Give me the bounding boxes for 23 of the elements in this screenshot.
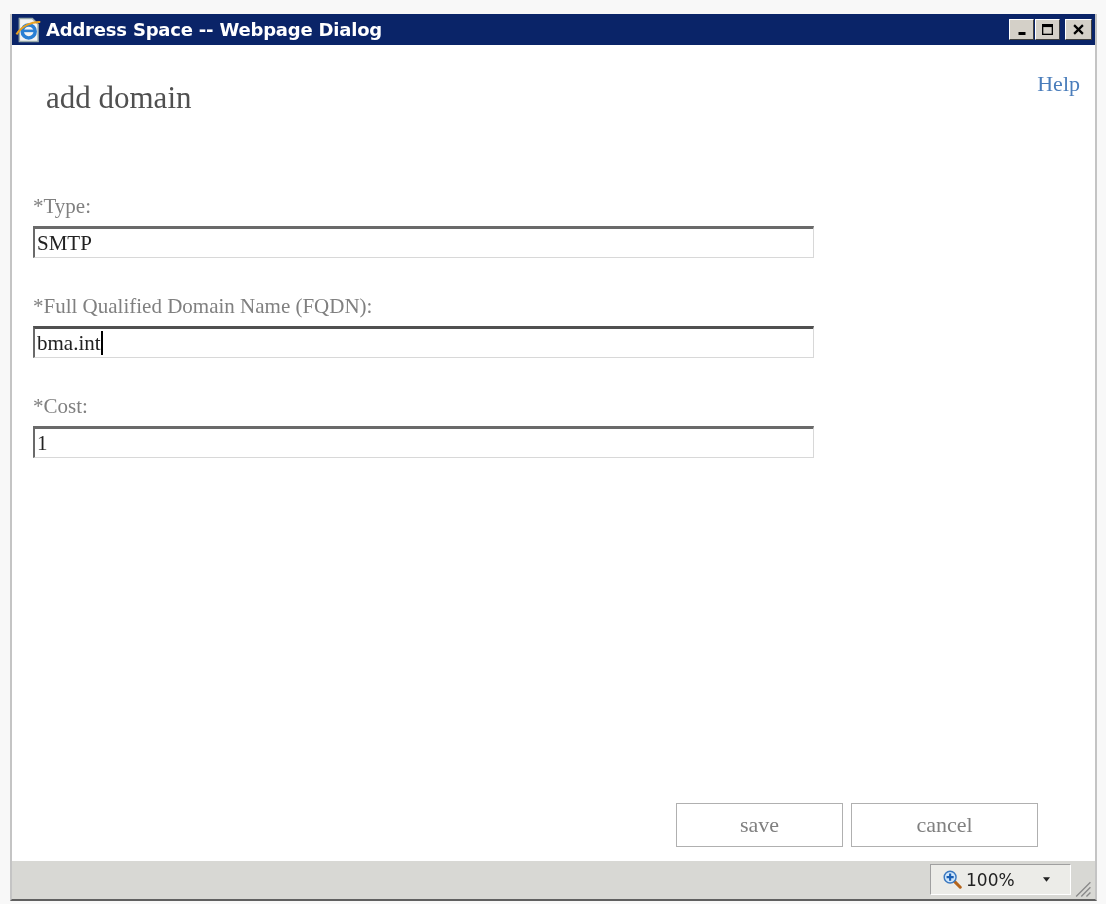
help-link[interactable]: Help — [1037, 71, 1080, 96]
maximize-icon — [1042, 24, 1053, 35]
text-cursor — [100, 331, 103, 355]
save-button[interactable]: save — [676, 803, 843, 847]
close-icon — [1073, 24, 1084, 35]
caret-icon — [1043, 877, 1050, 882]
window-title: Address Space -- Webpage Dialog — [46, 19, 382, 40]
field-label: *Type: — [33, 194, 93, 218]
zoom-button[interactable]: 100% — [930, 864, 1071, 895]
input-field[interactable]: bma.int — [33, 326, 814, 358]
field-label: *Full Qualified Domain Name (FQDN): — [33, 294, 374, 318]
page-icon — [15, 16, 41, 43]
input-field[interactable]: SMTP — [33, 226, 814, 258]
maximize-button[interactable] — [1035, 19, 1060, 40]
minimize-button[interactable] — [1009, 19, 1034, 40]
resize-grip-icon — [1075, 881, 1091, 897]
minimize-icon — [1017, 32, 1026, 35]
input-field[interactable]: 1 — [33, 426, 814, 458]
close-button[interactable] — [1065, 19, 1092, 40]
zoom-magnifier-icon — [943, 870, 962, 889]
cancel-button[interactable]: cancel — [851, 803, 1038, 847]
page-heading: add domain — [46, 80, 192, 116]
field-label: *Cost: — [33, 394, 89, 418]
